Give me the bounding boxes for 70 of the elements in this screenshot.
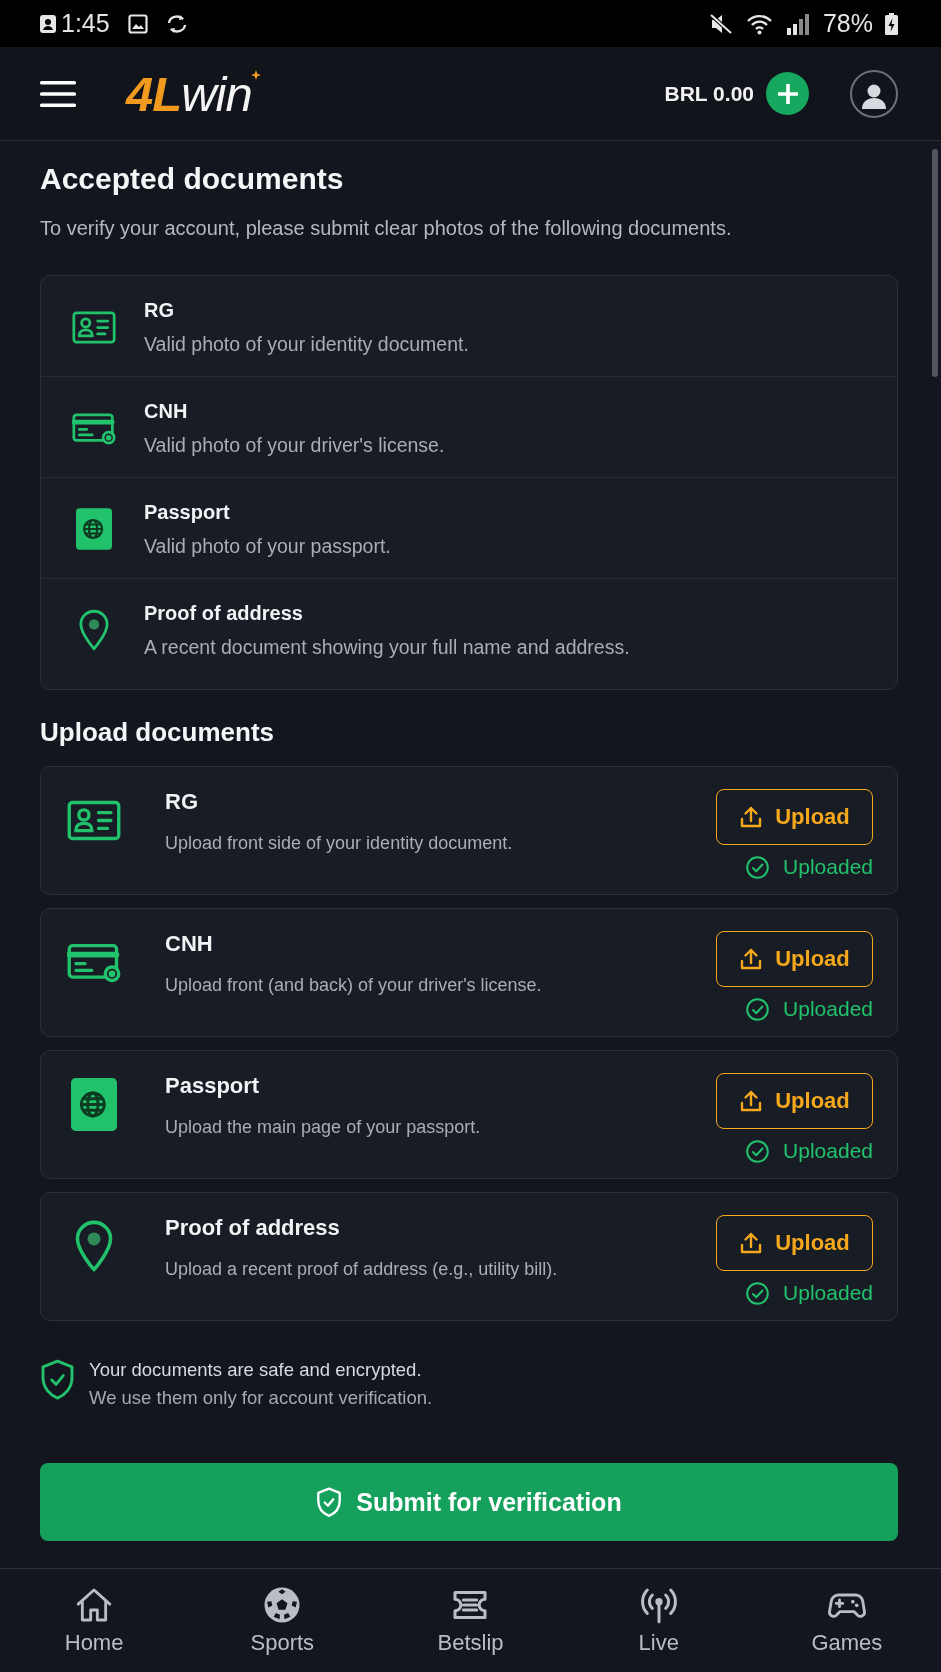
document-title: RG bbox=[144, 298, 174, 323]
nav-tab[interactable]: Home bbox=[0, 1569, 189, 1672]
upload-button[interactable]: Upload bbox=[716, 931, 873, 987]
map-pin-icon bbox=[79, 609, 109, 651]
upload-button[interactable]: Upload bbox=[716, 789, 873, 845]
antenna-icon bbox=[638, 1585, 679, 1625]
passport-icon bbox=[71, 1077, 117, 1131]
profile-button[interactable] bbox=[850, 69, 898, 118]
upload-icon bbox=[739, 947, 764, 971]
passport-icon bbox=[76, 508, 112, 550]
signal-icon bbox=[785, 12, 810, 35]
image-icon bbox=[127, 13, 148, 34]
check-circle-icon bbox=[746, 855, 770, 879]
logo[interactable]: 4Lwin bbox=[126, 65, 252, 122]
upload-status: Uploaded bbox=[783, 1280, 873, 1306]
upload-icon bbox=[739, 805, 764, 829]
section-title: Accepted documents bbox=[40, 161, 345, 197]
upload-status: Uploaded bbox=[783, 996, 873, 1022]
user-icon bbox=[861, 82, 887, 109]
plus-icon bbox=[777, 83, 798, 104]
upload-icon bbox=[739, 1089, 764, 1113]
card-icon bbox=[67, 941, 121, 983]
upload-status: Uploaded bbox=[783, 854, 873, 880]
document-description: Upload the main page of your passport. bbox=[165, 1116, 481, 1139]
upload-button[interactable]: Upload bbox=[716, 1073, 873, 1129]
check-circle-icon bbox=[746, 1139, 770, 1163]
note-text: We use them only for account verification. bbox=[89, 1386, 433, 1410]
notification-icon bbox=[40, 14, 56, 33]
check-circle-icon bbox=[746, 997, 770, 1021]
card-icon bbox=[72, 411, 116, 445]
shield-check-icon bbox=[40, 1359, 75, 1401]
battery-icon bbox=[885, 12, 898, 35]
id-card-icon bbox=[72, 310, 116, 344]
document-description: A recent document showing your full name and address. bbox=[144, 635, 630, 660]
nav-tab[interactable]: Games bbox=[752, 1569, 941, 1672]
menu-icon[interactable] bbox=[40, 80, 76, 107]
upload-status: Uploaded bbox=[783, 1138, 873, 1164]
document-title: Passport bbox=[144, 500, 230, 525]
section-subtitle: To verify your account, please submit clear photos of the following documents. bbox=[40, 216, 733, 241]
document-description: Valid photo of your driver's license. bbox=[144, 433, 445, 458]
section-title: Upload documents bbox=[40, 716, 275, 749]
check-circle-icon bbox=[746, 1281, 770, 1305]
nav-tab[interactable]: Sports bbox=[188, 1569, 377, 1672]
document-title: CNH bbox=[144, 399, 188, 424]
document-title: CNH bbox=[165, 931, 213, 957]
document-title: Proof of address bbox=[165, 1215, 340, 1241]
document-title: Passport bbox=[165, 1073, 260, 1099]
nav-tab[interactable]: Live bbox=[564, 1569, 753, 1672]
wifi-icon bbox=[745, 12, 773, 35]
sparkle-icon bbox=[250, 69, 261, 80]
battery-percent: 78% bbox=[822, 9, 873, 38]
upload-icon bbox=[739, 1231, 764, 1255]
sync-icon bbox=[165, 13, 188, 34]
document-description: Valid photo of your identity document. bbox=[144, 332, 469, 357]
map-pin-icon bbox=[75, 1220, 113, 1272]
document-title: RG bbox=[165, 789, 198, 815]
upload-button[interactable]: Upload bbox=[716, 1215, 873, 1271]
document-title: Proof of address bbox=[144, 601, 303, 626]
balance-text: BRL 0.00 bbox=[664, 81, 754, 106]
add-funds-button[interactable] bbox=[766, 72, 809, 115]
note-text: Your documents are safe and encrypted. bbox=[89, 1358, 422, 1382]
id-card-icon bbox=[67, 799, 121, 841]
document-description: Upload front side of your identity document. bbox=[165, 832, 513, 855]
nav-tab[interactable]: Betslip bbox=[376, 1569, 565, 1672]
document-description: Upload front (and back) of your driver's license. bbox=[165, 974, 542, 997]
status-time: 1:45 bbox=[61, 9, 110, 38]
mute-icon bbox=[708, 12, 733, 35]
document-description: Upload a recent proof of address (e.g., utility bill). bbox=[165, 1258, 558, 1281]
document-description: Valid photo of your passport. bbox=[144, 534, 391, 559]
shield-check-icon bbox=[316, 1486, 343, 1518]
